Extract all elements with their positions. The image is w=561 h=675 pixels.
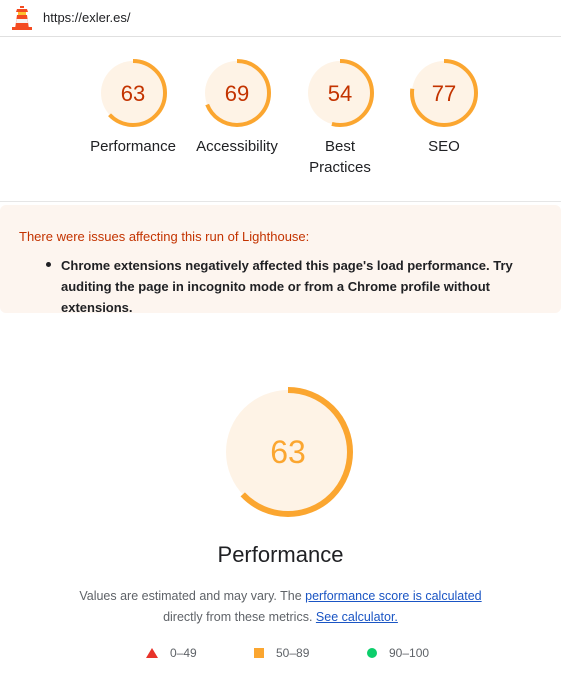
gauge-accessibility-label: Accessibility bbox=[196, 138, 278, 155]
legend-pass: 90–100 bbox=[367, 646, 429, 660]
warning-title: There were issues affecting this run of … bbox=[19, 229, 310, 244]
gauge-seo-label: SEO bbox=[428, 138, 460, 155]
gauge-best-practices-label: Best Practices bbox=[309, 138, 371, 176]
page-url[interactable]: https://exler.es/ bbox=[43, 10, 130, 25]
category-gauges: 63 Performance 69 Accessibility 54 Best … bbox=[0, 36, 561, 202]
desc-middle: directly from these metrics. bbox=[163, 610, 313, 624]
gauge-performance[interactable]: 63 Performance bbox=[78, 58, 188, 157]
fail-triangle-icon bbox=[146, 648, 158, 658]
gauge-performance-ring: 63 bbox=[99, 59, 167, 127]
legend-average-label: 50–89 bbox=[276, 646, 310, 660]
gauge-performance-label: Performance bbox=[90, 138, 176, 155]
performance-gauge: 63 bbox=[223, 387, 353, 517]
legend-pass-label: 90–100 bbox=[389, 646, 430, 660]
gauge-accessibility-ring: 69 bbox=[203, 59, 271, 127]
performance-score: 63 bbox=[270, 434, 306, 470]
legend-fail: 0–49 bbox=[146, 646, 197, 660]
lighthouse-icon bbox=[12, 6, 32, 30]
performance-title: Performance bbox=[217, 542, 344, 567]
gauge-best-practices-score: 54 bbox=[328, 81, 352, 106]
pass-circle-icon bbox=[367, 648, 377, 658]
average-square-icon bbox=[254, 648, 264, 658]
gauge-performance-score: 63 bbox=[121, 81, 145, 106]
gauge-seo-ring: 77 bbox=[410, 59, 478, 127]
bullet-icon bbox=[46, 262, 51, 267]
performance-description: Values are estimated and may vary. The p… bbox=[0, 586, 561, 628]
see-calculator-link[interactable]: See calculator. bbox=[316, 610, 398, 624]
warning-box: There were issues affecting this run of … bbox=[0, 205, 561, 315]
gauge-seo[interactable]: 77 SEO bbox=[389, 58, 499, 157]
gauge-accessibility-score: 69 bbox=[225, 81, 249, 106]
gauge-best-practices-ring: 54 bbox=[306, 59, 374, 127]
warning-item: Chrome extensions negatively affected th… bbox=[61, 258, 513, 315]
gauge-best-practices[interactable]: 54 Best Practices bbox=[285, 58, 395, 178]
score-legend: 0–49 50–89 90–100 bbox=[0, 646, 561, 664]
gauge-seo-score: 77 bbox=[432, 81, 456, 106]
report-header: https://exler.es/ bbox=[0, 0, 561, 37]
score-calculated-link[interactable]: performance score is calculated bbox=[305, 589, 481, 603]
legend-average: 50–89 bbox=[254, 646, 309, 660]
legend-fail-label: 0–49 bbox=[170, 646, 197, 660]
gauge-accessibility[interactable]: 69 Accessibility bbox=[182, 58, 292, 157]
desc-prefix: Values are estimated and may vary. The bbox=[79, 589, 306, 603]
